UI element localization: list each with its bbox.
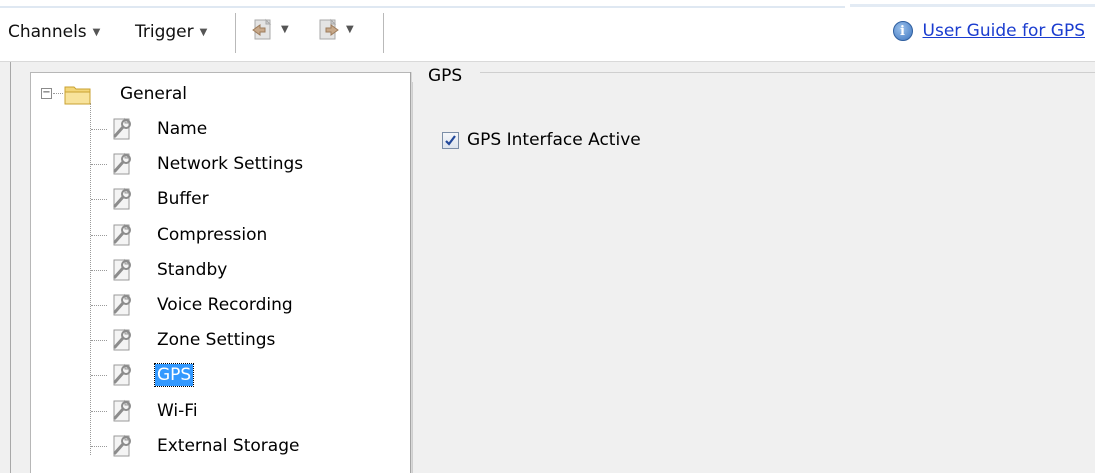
tree-item-buffer[interactable]: Buffer bbox=[155, 184, 211, 214]
tree-item-gps[interactable]: GPS bbox=[153, 360, 195, 390]
tree-item-label: Voice Recording bbox=[157, 295, 293, 315]
wrench-page-icon bbox=[113, 188, 131, 210]
tree-item-general[interactable]: General bbox=[118, 79, 189, 109]
wrench-page-icon bbox=[113, 293, 131, 316]
checkmark-icon bbox=[445, 134, 456, 146]
toolbar-separator bbox=[235, 13, 236, 53]
tree-item-wi-fi[interactable]: Wi-Fi bbox=[155, 396, 200, 426]
main-area: − General Name Network Settings Buffer Comp… bbox=[0, 62, 1095, 473]
collapse-icon[interactable]: − bbox=[41, 88, 52, 99]
import-dropdown-arrow[interactable]: ▼ bbox=[281, 24, 289, 35]
tree-item-standby[interactable]: Standby bbox=[155, 255, 229, 285]
wrench-page-icon bbox=[113, 152, 131, 175]
gps-interface-active-option[interactable]: GPS Interface Active bbox=[442, 130, 641, 150]
export-config-icon[interactable] bbox=[315, 17, 341, 43]
wrench-page-icon bbox=[113, 364, 131, 386]
tree-item-label: Wi-Fi bbox=[157, 400, 198, 421]
tree-connector bbox=[91, 445, 107, 447]
group-border bbox=[412, 82, 413, 473]
tree-connector bbox=[91, 375, 107, 377]
user-guide: i User Guide for GPS bbox=[892, 17, 1085, 45]
wrench-page-icon bbox=[113, 117, 131, 140]
wrench-page-icon bbox=[113, 399, 131, 422]
tree-item-label: Standby bbox=[157, 259, 228, 280]
tree-item-compression[interactable]: Compression bbox=[155, 220, 269, 250]
tree-item-label: Name bbox=[157, 119, 208, 139]
tree-connector bbox=[91, 129, 107, 130]
tree-connector bbox=[91, 340, 107, 342]
tree-item-voice-recording[interactable]: Voice Recording bbox=[155, 290, 295, 320]
tree-item-label: General bbox=[120, 84, 187, 104]
tree-item-zone-settings[interactable]: Zone Settings bbox=[155, 325, 277, 355]
wrench-page-icon bbox=[113, 258, 131, 281]
trigger-menu[interactable]: Trigger ▼ bbox=[135, 18, 207, 46]
toolbar-top-border-right bbox=[850, 4, 1095, 7]
import-config-icon[interactable] bbox=[250, 17, 276, 43]
chevron-down-icon: ▼ bbox=[92, 26, 101, 38]
gps-interface-active-label: GPS Interface Active bbox=[467, 130, 641, 150]
tree-connector bbox=[91, 164, 107, 166]
toolbar-top-border bbox=[0, 6, 845, 8]
gps-settings-panel: GPS GPS Interface Active bbox=[412, 66, 1095, 473]
export-dropdown-arrow[interactable]: ▼ bbox=[346, 24, 354, 35]
tree-connector bbox=[90, 103, 91, 455]
gps-interface-active-checkbox[interactable] bbox=[442, 131, 459, 149]
tree-item-label: External Storage bbox=[157, 435, 300, 456]
info-icon: i bbox=[892, 21, 913, 41]
toolbar: Channels ▼ Trigger ▼ ▼ ▼ i User Guide fo… bbox=[0, 0, 1095, 62]
wrench-page-icon bbox=[113, 223, 131, 246]
folder-icon bbox=[64, 86, 91, 105]
settings-tree: − General Name Network Settings Buffer Comp… bbox=[30, 72, 410, 473]
user-guide-link[interactable]: User Guide for GPS bbox=[923, 21, 1085, 41]
tree-item-label: Network Settings bbox=[157, 154, 304, 175]
chevron-down-icon: ▼ bbox=[199, 26, 208, 38]
frame-border bbox=[10, 62, 11, 473]
tree-connector bbox=[91, 269, 107, 271]
tree-item-label: Compression bbox=[157, 224, 268, 245]
toolbar-separator bbox=[383, 13, 384, 53]
wrench-page-icon bbox=[113, 434, 131, 457]
tree-connector bbox=[53, 93, 63, 94]
tree-item-external-storage[interactable]: External Storage bbox=[155, 431, 301, 461]
wrench-page-icon bbox=[113, 328, 131, 351]
channels-menu[interactable]: Channels ▼ bbox=[8, 18, 100, 46]
group-border bbox=[480, 72, 1095, 73]
tree-item-label: Buffer bbox=[157, 189, 209, 210]
trigger-label: Trigger bbox=[135, 22, 194, 42]
tree-connector bbox=[91, 410, 107, 412]
group-title: GPS bbox=[426, 66, 465, 86]
tree-connector bbox=[91, 199, 107, 201]
tree-item-name[interactable]: Name bbox=[155, 114, 209, 144]
tree-item-label: GPS bbox=[153, 363, 195, 388]
channels-label: Channels bbox=[8, 22, 87, 42]
tree-item-label: Zone Settings bbox=[157, 330, 276, 351]
tree-connector bbox=[91, 305, 107, 306]
tree-item-network-settings[interactable]: Network Settings bbox=[155, 149, 305, 179]
tree-connector bbox=[91, 234, 107, 236]
